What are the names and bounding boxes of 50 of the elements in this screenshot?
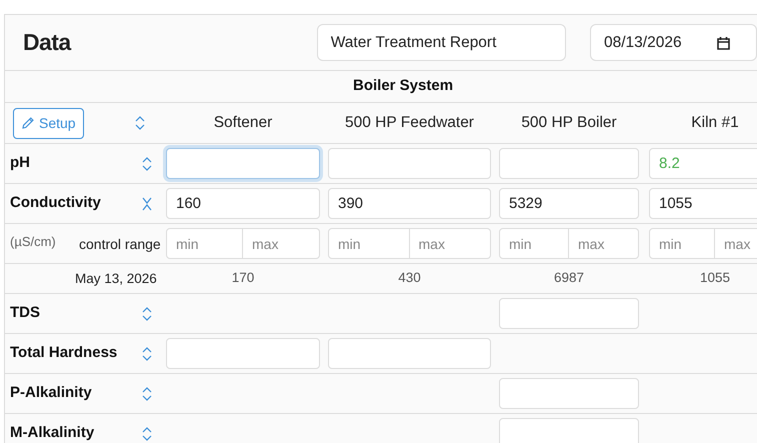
sort-icon[interactable] [142, 156, 152, 170]
sort-icon[interactable] [142, 386, 152, 400]
min-field[interactable]: min [499, 228, 569, 259]
report-name-field[interactable]: Water Treatment Report [316, 24, 566, 61]
date-field[interactable]: 08/13/2026 [590, 24, 757, 61]
min-field[interactable]: min [166, 228, 243, 259]
min-field[interactable]: min [328, 228, 410, 259]
last-reading-value: 1055 [700, 269, 730, 288]
parameter-label: pH [10, 153, 30, 174]
unit-label: (µS/cm) [10, 233, 57, 251]
max-field[interactable]: max [715, 228, 757, 259]
column-header: 500 HP Feedwater [345, 113, 474, 134]
max-field[interactable]: max [569, 228, 639, 259]
value-field[interactable] [499, 418, 639, 443]
column-header: Kiln #1 [691, 113, 739, 134]
last-reading-value: 170 [232, 269, 254, 288]
column-header: 500 HP Boiler [521, 113, 617, 134]
value-field[interactable] [328, 148, 491, 179]
value-field[interactable] [166, 338, 320, 369]
system-title: Boiler System [353, 76, 454, 96]
sort-icon[interactable] [134, 116, 145, 130]
max-field[interactable]: max [243, 228, 320, 259]
value-field[interactable] [499, 378, 639, 409]
sort-icon[interactable] [142, 346, 152, 360]
last-reading-value: 6987 [554, 269, 584, 288]
value-field[interactable] [166, 148, 320, 179]
sort-icon[interactable] [142, 426, 152, 440]
value-field[interactable]: 1055 [649, 188, 757, 219]
column-header: Softener [214, 113, 272, 134]
value-field[interactable] [328, 338, 491, 369]
range-label: control range [79, 235, 161, 254]
max-field[interactable]: max [410, 228, 491, 259]
min-field[interactable]: min [649, 228, 715, 259]
page-title: Data [22, 28, 72, 58]
parameter-label: TDS [10, 303, 40, 324]
value-field[interactable]: 160 [166, 188, 320, 219]
last-reading-value: 430 [398, 269, 421, 288]
pencil-icon [21, 116, 35, 130]
value-field[interactable]: 5329 [499, 188, 639, 219]
parameter-label: Conductivity [10, 193, 101, 214]
value-field[interactable]: 390 [328, 188, 491, 219]
parameter-label: Total Hardness [10, 343, 118, 364]
collapse-icon[interactable] [142, 196, 152, 210]
parameter-label: P-Alkalinity [10, 383, 92, 404]
value-field[interactable] [499, 298, 639, 329]
value-field[interactable] [499, 148, 639, 179]
last-reading-date: May 13, 2026 [75, 270, 157, 286]
sort-icon[interactable] [142, 306, 152, 320]
parameter-label: M-Alkalinity [10, 423, 94, 443]
calendar-icon[interactable] [716, 36, 730, 50]
